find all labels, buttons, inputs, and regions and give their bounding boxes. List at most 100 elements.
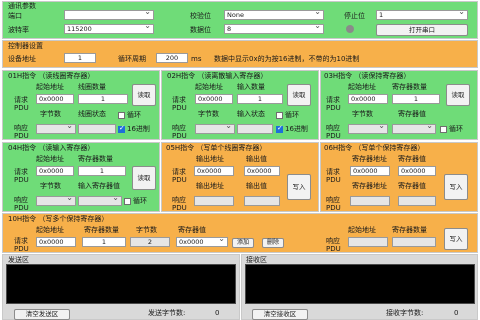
f06-value-input[interactable]: 0x0000 xyxy=(398,166,436,176)
parity-select[interactable]: None xyxy=(224,10,324,20)
f04-request-label: 请求PDU xyxy=(14,168,29,184)
f02-loop-label: 循环 xyxy=(285,111,299,119)
stopbits-label: 停止位 xyxy=(344,12,365,20)
f10-count-input[interactable]: 1 xyxy=(82,237,126,247)
f05-request-label: 请求PDU xyxy=(172,168,187,184)
f02-hex-checkbox[interactable] xyxy=(276,124,283,133)
f02-count-label: 输入数量 xyxy=(237,83,265,91)
f01-status-label: 线圈状态 xyxy=(78,110,106,118)
f02-response-select[interactable] xyxy=(195,124,235,134)
f01-read-button[interactable]: 读取 xyxy=(132,84,156,106)
f06-value2-label: 寄存器值 xyxy=(398,182,426,190)
f10-write-button[interactable]: 写入 xyxy=(444,228,468,250)
device-address-label: 设备地址 xyxy=(8,55,36,63)
f04-bytes-label: 字节数 xyxy=(40,182,61,190)
stopbits-select[interactable]: 1 xyxy=(376,10,468,20)
f04-count-label: 寄存器数量 xyxy=(78,155,113,163)
f10-start2-label: 起始地址 xyxy=(348,226,376,234)
f02-status-output xyxy=(237,124,273,134)
f02-start-label: 起始地址 xyxy=(195,83,223,91)
f02-start-input[interactable]: 0x0000 xyxy=(195,94,233,104)
f04-value-select[interactable] xyxy=(78,196,122,206)
f01-start-input[interactable]: 0x0000 xyxy=(36,94,74,104)
clear-send-button[interactable]: 清空发送区 xyxy=(14,309,70,320)
f03-start-input[interactable]: 0x0000 xyxy=(348,94,388,104)
f10-value-label: 寄存器值 xyxy=(178,226,206,234)
databits-select[interactable]: 8 xyxy=(224,24,324,34)
f01-response-label: 响应PDU xyxy=(14,124,29,140)
baud-select[interactable]: 115200 xyxy=(64,24,154,34)
f06-request-label: 请求PDU xyxy=(326,168,341,184)
f04-response-label: 响应PDU xyxy=(14,196,29,212)
f03-read-button[interactable]: 读取 xyxy=(446,84,470,106)
f04-loop-checkbox[interactable] xyxy=(124,198,131,205)
f06-write-button[interactable]: 写入 xyxy=(444,174,468,200)
f10-title: 10H指令 （写多个保持寄存器） xyxy=(8,215,109,223)
f05-response-value xyxy=(244,196,280,206)
f01-response-select[interactable] xyxy=(36,124,76,134)
send-console[interactable] xyxy=(6,264,236,304)
f10-start-input[interactable]: 0x0000 xyxy=(36,237,76,247)
send-count-value: 0 xyxy=(215,309,220,317)
f03-loop-label: 循环 xyxy=(449,125,463,133)
f01-count-input[interactable]: 1 xyxy=(78,94,128,104)
f03-response-select[interactable] xyxy=(348,124,388,134)
baud-label: 波特率 xyxy=(8,26,29,34)
f01-bytes-label: 字节数 xyxy=(40,110,61,118)
f01-hex-label: 16进制 xyxy=(127,125,150,133)
f01-start-label: 起始地址 xyxy=(36,83,64,91)
parity-label: 校验位 xyxy=(190,12,211,20)
f04-value-label: 输入寄存器值 xyxy=(78,182,120,190)
f10-bytes-label: 字节数 xyxy=(136,226,157,234)
f03-count-input[interactable]: 1 xyxy=(392,94,440,104)
f02-read-button[interactable]: 读取 xyxy=(287,84,311,106)
f04-start-label: 起始地址 xyxy=(36,155,64,163)
cycle-period-input[interactable]: 200 xyxy=(156,53,188,63)
f10-value-select[interactable]: 0x0000 xyxy=(176,237,228,247)
f02-count-input[interactable]: 1 xyxy=(237,94,283,104)
cycle-unit-label: ms xyxy=(191,55,202,63)
f03-loop-checkbox[interactable] xyxy=(440,126,447,133)
f03-value-select[interactable] xyxy=(392,124,436,134)
f05-value-label: 输出值 xyxy=(246,155,267,163)
f03-bytes-label: 字节数 xyxy=(352,110,373,118)
port-select[interactable] xyxy=(64,10,154,20)
device-address-input[interactable]: 1 xyxy=(64,53,96,63)
f05-value2-label: 输出值 xyxy=(246,182,267,190)
f06-addr2-label: 寄存器地址 xyxy=(352,182,387,190)
f10-start-label: 起始地址 xyxy=(36,226,64,234)
f10-add-button[interactable]: 添加 xyxy=(232,238,254,248)
f03-start-label: 起始地址 xyxy=(348,83,376,91)
f05-value-input[interactable]: 0x0000 xyxy=(244,166,280,176)
f01-hex-checkbox[interactable] xyxy=(118,124,125,133)
port-label: 端口 xyxy=(8,12,22,20)
f02-loop-checkbox[interactable] xyxy=(276,112,283,119)
f02-request-label: 请求PDU xyxy=(172,96,187,112)
f03-response-label: 响应PDU xyxy=(326,124,341,140)
f01-loop-checkbox[interactable] xyxy=(118,112,125,119)
databits-label: 数据位 xyxy=(190,26,211,34)
f10-delete-button[interactable]: 删除 xyxy=(262,238,284,248)
f04-count-input[interactable]: 1 xyxy=(78,166,126,176)
f04-response-select[interactable] xyxy=(36,196,76,206)
receive-count-value: 0 xyxy=(454,309,459,317)
f05-title: 05H指令 （写单个线圈寄存器） xyxy=(166,144,267,152)
f04-title: 04H指令 （读输入寄存器） xyxy=(8,144,95,152)
f05-write-button[interactable]: 写入 xyxy=(287,174,311,200)
f04-loop-label: 循环 xyxy=(133,197,147,205)
f10-count-label: 寄存器数量 xyxy=(84,226,119,234)
f10-request-label: 请求PDU xyxy=(14,237,29,253)
f03-value-label: 寄存器值 xyxy=(398,110,426,118)
f06-addr-input[interactable]: 0x0000 xyxy=(350,166,390,176)
receive-console[interactable] xyxy=(245,264,475,304)
f04-read-button[interactable]: 读取 xyxy=(132,166,156,190)
f02-hex-label: 16进制 xyxy=(285,125,308,133)
f05-addr-input[interactable]: 0x0000 xyxy=(194,166,234,176)
send-count-label: 发送字节数: xyxy=(148,309,186,317)
f02-response-label: 响应PDU xyxy=(172,124,187,140)
f04-start-input[interactable]: 0x0000 xyxy=(36,166,74,176)
f02-bytes-label: 字节数 xyxy=(198,110,219,118)
f10-response-start xyxy=(348,237,388,247)
clear-receive-button[interactable]: 清空接收区 xyxy=(252,309,308,320)
open-port-button[interactable]: 打开串口 xyxy=(376,24,468,36)
